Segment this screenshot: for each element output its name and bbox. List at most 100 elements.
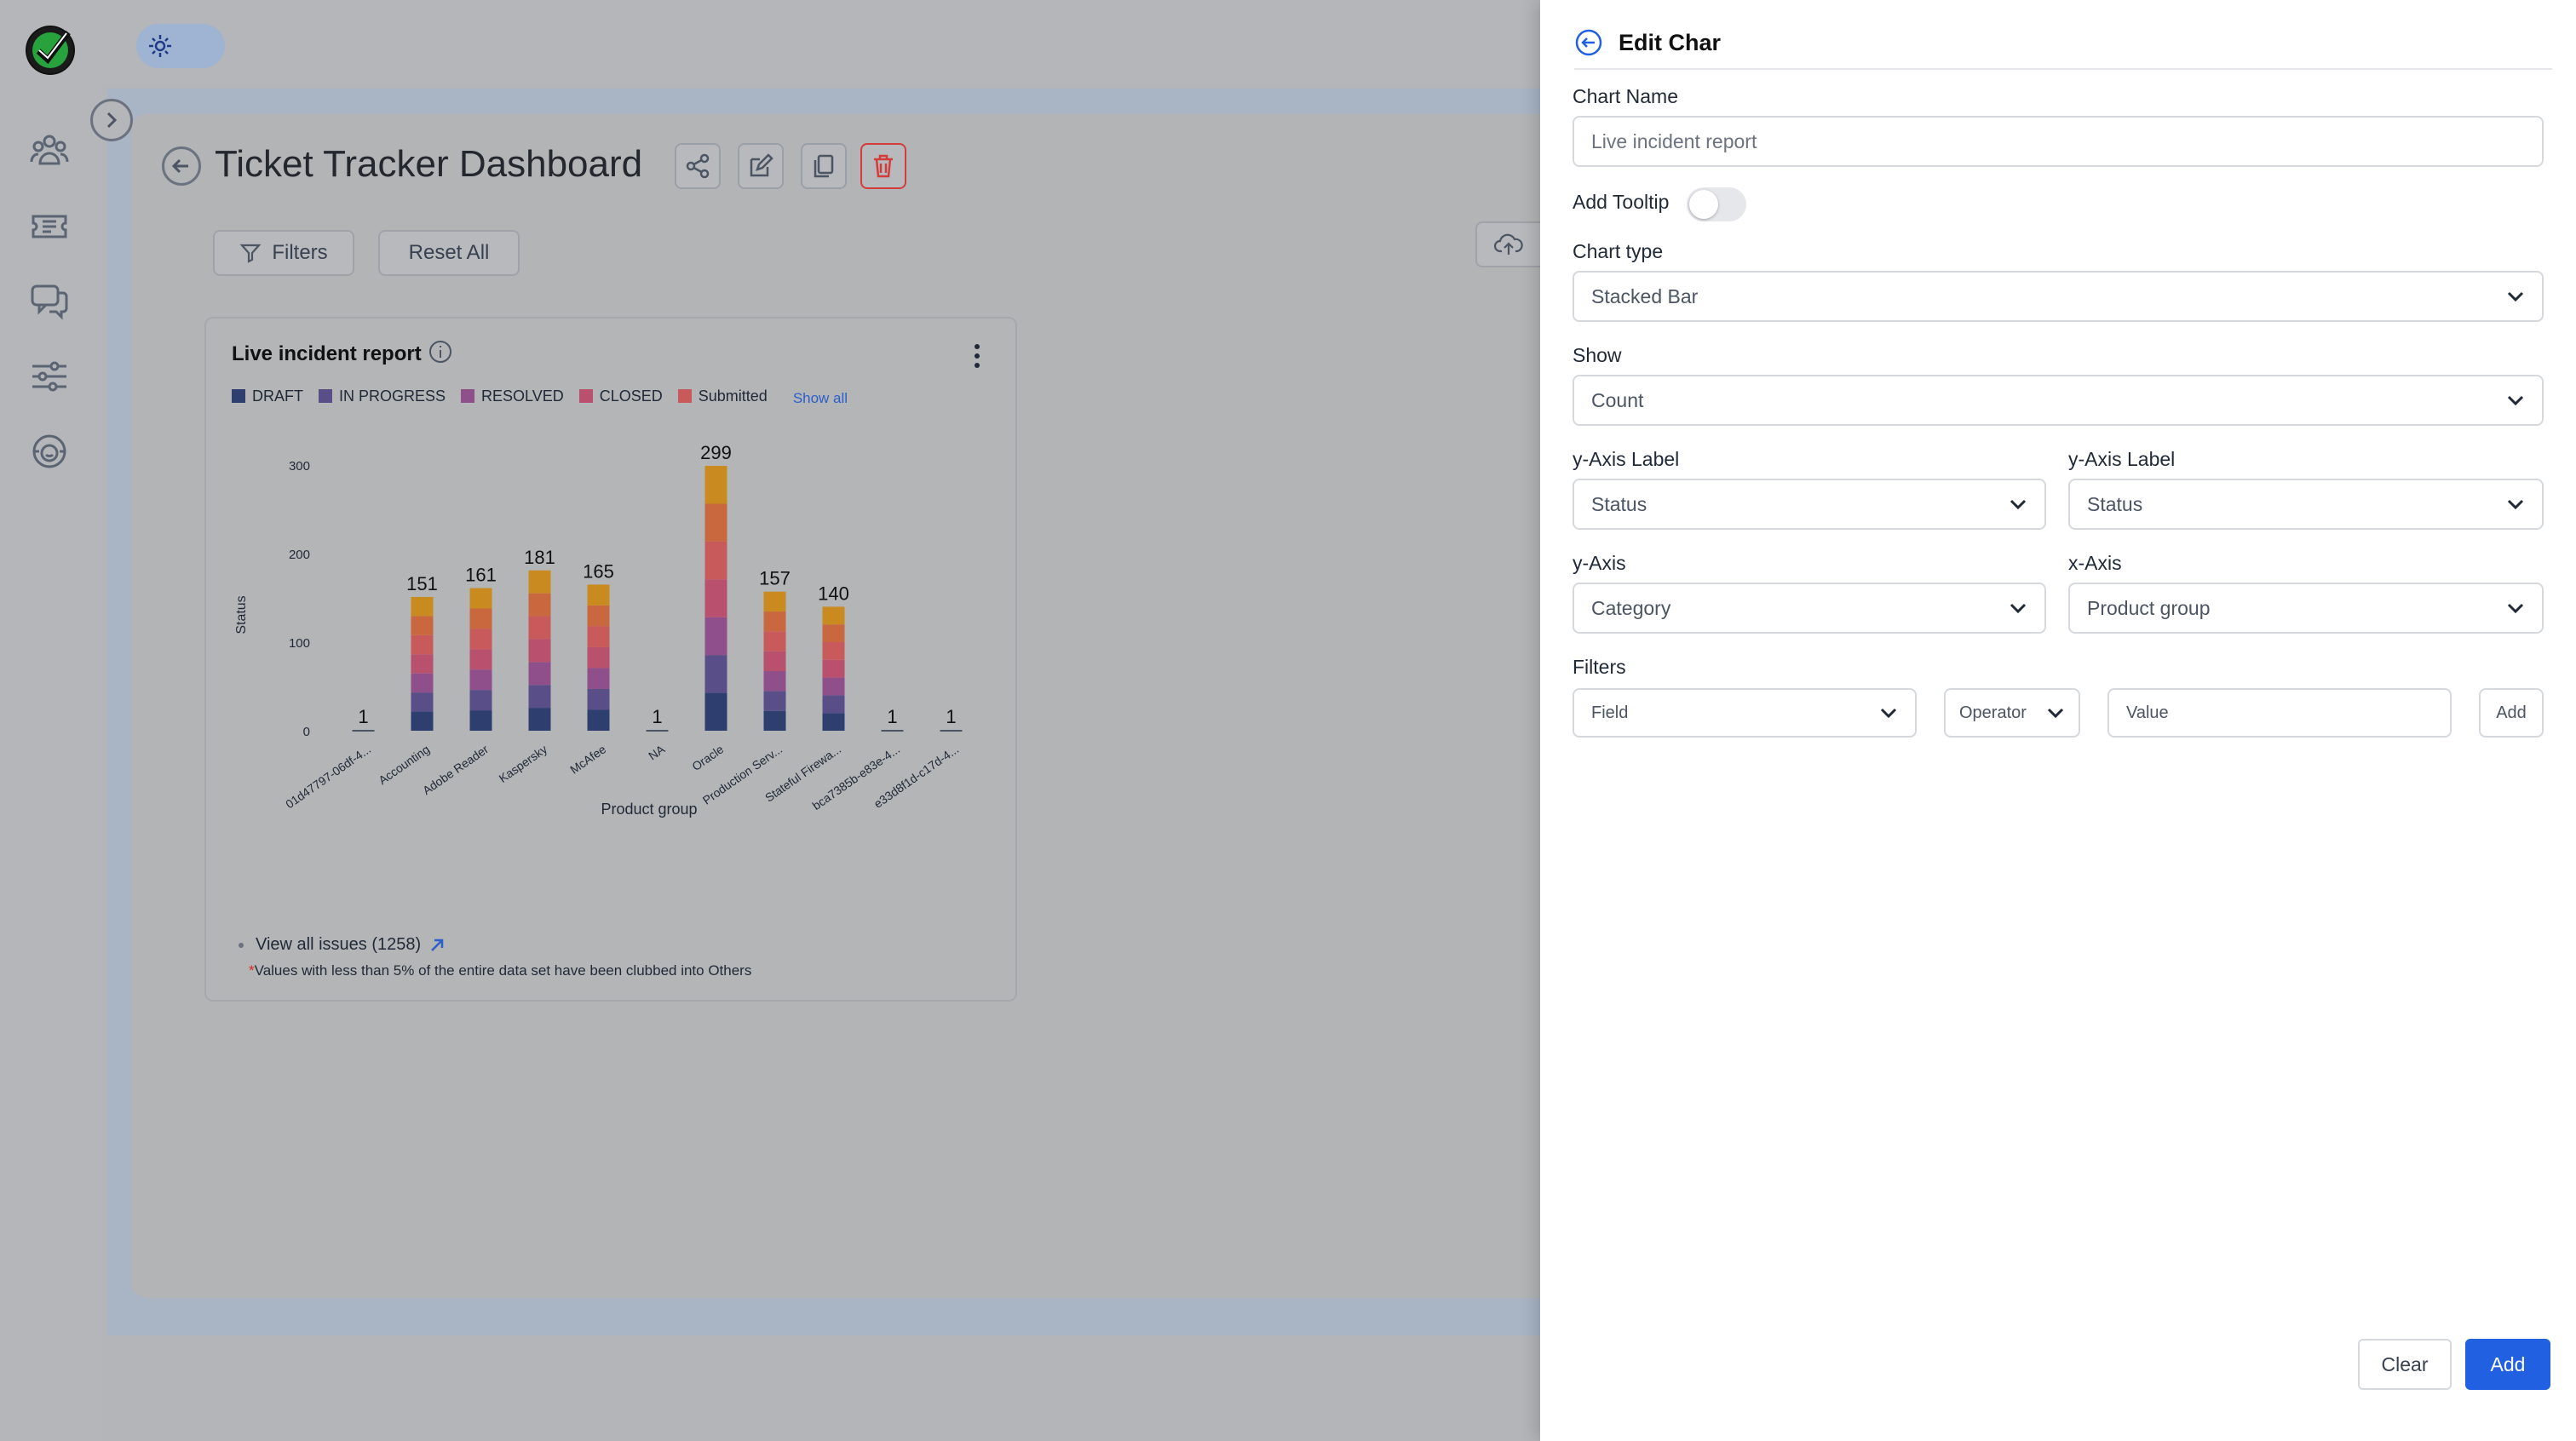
x-tick-label: McAfee — [567, 742, 608, 776]
show-select[interactable]: Count — [1573, 375, 2544, 426]
bar-segment — [822, 695, 845, 714]
bar-total-label: 1 — [652, 706, 662, 727]
bar-total-label: 157 — [759, 568, 791, 589]
filters-button[interactable]: Filters — [213, 230, 354, 276]
x-axis-select[interactable]: Product group — [2068, 583, 2544, 634]
bar-segment — [704, 617, 727, 656]
bar-segment — [411, 616, 434, 635]
bar-segment — [528, 662, 551, 686]
legend-label: RESOLVED — [481, 387, 564, 405]
chevron-down-icon — [2507, 395, 2524, 406]
users-icon[interactable] — [29, 129, 70, 170]
reset-all-button[interactable]: Reset All — [378, 230, 520, 276]
edit-icon — [750, 153, 773, 177]
copy-button[interactable] — [801, 143, 847, 189]
chart-type-label: Chart type — [1573, 240, 1664, 262]
bar-segment — [411, 596, 434, 617]
bar-segment — [704, 541, 727, 580]
legend-label: Submitted — [698, 387, 768, 405]
left-sidebar — [0, 0, 102, 1441]
bar-segment — [704, 466, 727, 504]
chevron-down-icon — [2047, 708, 2064, 719]
chevron-down-icon — [1880, 708, 1897, 719]
y-axis-label: y-Axis — [1573, 552, 1626, 574]
filter-operator-select[interactable]: Operator — [1944, 688, 2080, 738]
bar-segment — [822, 659, 845, 678]
more-vertical-icon[interactable] — [964, 341, 990, 371]
bar-total-label: 181 — [524, 547, 555, 568]
bullet — [239, 942, 244, 948]
y-axis-label-select-right[interactable]: Status — [2068, 479, 2544, 530]
clear-button[interactable]: Clear — [2358, 1339, 2452, 1390]
view-all-label: View all issues (1258) — [256, 935, 422, 954]
bar-segment — [411, 654, 434, 674]
checkmark-logo[interactable] — [26, 26, 75, 75]
support-agent-icon[interactable] — [29, 431, 70, 472]
filter-value-input[interactable]: Value — [2107, 688, 2452, 738]
y-axis-value: Category — [1591, 596, 1671, 619]
y-axis-label-right-value: Status — [2087, 492, 2143, 515]
bar-segment — [704, 503, 727, 542]
footnote-star: * — [249, 962, 255, 979]
bar-segment — [528, 639, 551, 663]
filters-section-label: Filters — [1573, 656, 1626, 678]
add-tooltip-label: Add Tooltip — [1573, 191, 1670, 213]
x-tick-label: Adobe Reader — [420, 742, 491, 797]
legend-swatch — [319, 389, 332, 403]
bar-total-label: 140 — [818, 583, 849, 604]
legend-item[interactable]: CLOSED — [578, 388, 663, 405]
bar-segment — [763, 691, 786, 711]
bar-segment — [469, 588, 492, 609]
panel-header: Edit Char — [1574, 26, 2552, 70]
view-all-issues-link[interactable]: View all issues (1258) — [239, 935, 446, 955]
bar-segment — [587, 646, 610, 669]
x-axis-value: Product group — [2087, 596, 2211, 619]
filter-field-select[interactable]: Field — [1573, 688, 1917, 738]
add-tooltip-toggle[interactable] — [1687, 187, 1746, 221]
chart-type-select[interactable]: Stacked Bar — [1573, 271, 2544, 322]
chat-icon[interactable] — [29, 281, 70, 322]
filters-label: Filters — [272, 241, 328, 264]
back-circle-icon[interactable] — [1574, 28, 1603, 57]
bar-segment — [411, 634, 434, 655]
bar-segment — [822, 713, 845, 731]
edit-button[interactable] — [738, 143, 784, 189]
reset-all-label: Reset All — [408, 241, 490, 264]
add-button[interactable]: Add — [2465, 1339, 2550, 1390]
legend-label: IN PROGRESS — [339, 387, 446, 405]
back-button[interactable] — [162, 146, 201, 186]
top-bar — [102, 0, 1540, 85]
bar-segment — [411, 711, 434, 731]
share-button[interactable] — [675, 143, 721, 189]
y-axis-label-select-left[interactable]: Status — [1573, 479, 2046, 530]
x-tick-label: 01d47797-06df-4... — [283, 742, 373, 811]
footnote: *Values with less than 5% of the entire … — [249, 962, 751, 979]
panel-title: Edit Char — [1619, 30, 1722, 55]
y-axis-select[interactable]: Category — [1573, 583, 2046, 634]
theme-toggle[interactable] — [136, 24, 225, 68]
legend-item[interactable]: Submitted — [677, 387, 768, 405]
legend-item[interactable]: RESOLVED — [461, 388, 564, 405]
bar-segment — [469, 669, 492, 691]
bar-segment — [822, 642, 845, 660]
bar-segment — [528, 685, 551, 709]
bar-segment — [704, 579, 727, 617]
bar-segment — [528, 570, 551, 594]
info-icon[interactable] — [428, 339, 453, 369]
ticket-icon[interactable] — [29, 206, 70, 247]
upload-button[interactable] — [1475, 221, 1540, 267]
legend-item[interactable]: DRAFT — [232, 388, 303, 405]
delete-button[interactable] — [860, 143, 906, 189]
legend-item[interactable]: IN PROGRESS — [319, 388, 446, 405]
app-root: Ticket Tracker Dashboard Filters Reset A… — [0, 0, 2576, 1441]
trash-icon — [874, 154, 893, 178]
sliders-icon[interactable] — [29, 356, 70, 397]
legend-swatch — [232, 389, 245, 403]
add-filter-button[interactable]: Add — [2479, 688, 2544, 738]
chart-name-input[interactable]: Live incident report — [1573, 116, 2544, 167]
x-tick-label: Oracle — [689, 742, 726, 773]
expand-sidebar-button[interactable] — [90, 99, 133, 141]
bar-segment — [822, 606, 845, 625]
y-tick-label: 0 — [303, 725, 310, 739]
show-all-link[interactable]: Show all — [793, 390, 848, 407]
